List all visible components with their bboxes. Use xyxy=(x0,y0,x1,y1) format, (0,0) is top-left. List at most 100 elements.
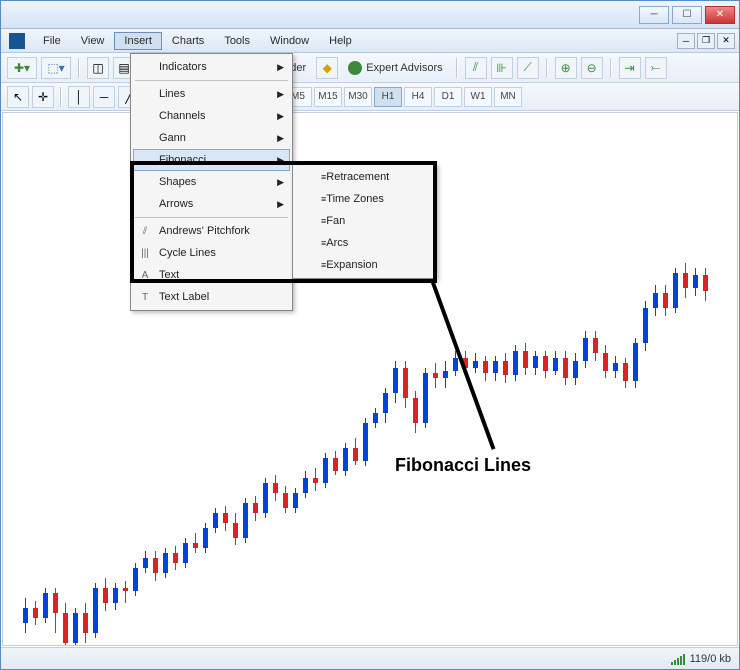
candle xyxy=(423,368,428,428)
submenu-item-label: Time Zones xyxy=(326,193,384,205)
candle xyxy=(283,486,288,513)
menu-item-label: Text Label xyxy=(159,291,209,303)
child-close-button[interactable]: ✕ xyxy=(717,33,735,49)
menu-item-label: Andrews' Pitchfork xyxy=(159,225,250,237)
menu-item-insert[interactable]: Insert xyxy=(114,32,162,50)
candle-chart-button[interactable]: ⊪ xyxy=(491,57,513,79)
menubar: FileViewInsertChartsToolsWindowHelp ─ ❐ … xyxy=(1,29,739,53)
candle xyxy=(153,551,158,581)
menu-item-indicators[interactable]: Indicators▶ xyxy=(133,56,290,78)
candle xyxy=(103,578,108,611)
connection-status: 119/0 kb xyxy=(690,653,731,665)
submenu-arrow-icon: ▶ xyxy=(277,111,284,122)
timeframe-m30[interactable]: M30 xyxy=(344,87,372,107)
candle xyxy=(363,418,368,466)
candle xyxy=(113,583,118,610)
candle xyxy=(123,581,128,603)
meta-editor-button[interactable]: ◆ xyxy=(316,57,338,79)
candle xyxy=(663,285,668,316)
candle xyxy=(413,391,418,433)
menu-item-channels[interactable]: Channels▶ xyxy=(133,105,290,127)
menu-item-label: Indicators xyxy=(159,61,207,73)
menu-item-fibonacci[interactable]: Fibonacci▶ xyxy=(133,149,290,171)
candle xyxy=(583,331,588,368)
timeframe-m15[interactable]: M15 xyxy=(314,87,342,107)
candle xyxy=(53,588,58,633)
submenu-item-label: Arcs xyxy=(326,237,348,249)
submenu-item-fan[interactable]: ≡Fan xyxy=(295,210,434,232)
menu-item-text[interactable]: AText xyxy=(133,264,290,286)
close-button[interactable]: ✕ xyxy=(705,6,735,24)
menu-item-lines[interactable]: Lines▶ xyxy=(133,83,290,105)
candle xyxy=(383,388,388,423)
candle xyxy=(213,508,218,533)
menu-item-charts[interactable]: Charts xyxy=(162,32,214,50)
menu-item-view[interactable]: View xyxy=(71,32,115,50)
candle xyxy=(703,268,708,301)
separator xyxy=(60,87,62,107)
zoom-out-button[interactable]: ⊖ xyxy=(581,57,603,79)
candle xyxy=(693,268,698,296)
zoom-in-button[interactable]: ⊕ xyxy=(555,57,577,79)
child-restore-button[interactable]: ❐ xyxy=(697,33,715,49)
menu-item-arrows[interactable]: Arrows▶ xyxy=(133,193,290,215)
candle xyxy=(603,345,608,378)
menu-item-file[interactable]: File xyxy=(33,32,71,50)
child-minimize-button[interactable]: ─ xyxy=(677,33,695,49)
candle xyxy=(653,285,658,316)
candle xyxy=(613,356,618,378)
timeframe-h1[interactable]: H1 xyxy=(374,87,402,107)
andrews-pitchfork-icon: ⫽ xyxy=(138,224,152,238)
minimize-button[interactable]: ─ xyxy=(639,6,669,24)
menu-item-tools[interactable]: Tools xyxy=(214,32,260,50)
line-chart-button[interactable]: ⟋ xyxy=(517,57,539,79)
vertical-line-button[interactable]: │ xyxy=(68,86,90,108)
menu-item-window[interactable]: Window xyxy=(260,32,319,50)
candle xyxy=(263,478,268,518)
submenu-item-expansion[interactable]: ≡Expansion xyxy=(295,254,434,276)
submenu-arrow-icon: ▶ xyxy=(277,177,284,188)
timeframe-w1[interactable]: W1 xyxy=(464,87,492,107)
bar-chart-button[interactable]: ⫽ xyxy=(465,57,487,79)
market-watch-button[interactable]: ◫ xyxy=(87,57,109,79)
crosshair-button[interactable]: ✛ xyxy=(32,86,54,108)
horizontal-line-button[interactable]: ─ xyxy=(93,86,115,108)
submenu-item-retracement[interactable]: ≡Retracement xyxy=(295,166,434,188)
submenu-item-label: Fan xyxy=(326,215,345,227)
candle xyxy=(143,551,148,573)
candle xyxy=(683,263,688,298)
candle xyxy=(473,353,478,373)
candle xyxy=(493,356,498,381)
candle xyxy=(93,583,98,638)
timeframe-mn[interactable]: MN xyxy=(494,87,522,107)
candle xyxy=(63,603,68,646)
candle xyxy=(443,361,448,388)
timeframe-h4[interactable]: H4 xyxy=(404,87,432,107)
menu-item-cycle-lines[interactable]: ||| Cycle Lines xyxy=(133,242,290,264)
candle xyxy=(573,353,578,385)
menu-item-shapes[interactable]: Shapes ▶ xyxy=(133,171,290,193)
maximize-button[interactable]: ☐ xyxy=(672,6,702,24)
submenu-item-arcs[interactable]: ≡Arcs xyxy=(295,232,434,254)
candle xyxy=(253,496,258,521)
new-chart-button[interactable]: ✚▾ xyxy=(7,57,37,79)
submenu-arrow-icon: ▶ xyxy=(277,89,284,100)
menu-item-label: Cycle Lines xyxy=(159,247,216,259)
menu-item-gann[interactable]: Gann▶ xyxy=(133,127,290,149)
submenu-item-time-zones[interactable]: ≡Time Zones xyxy=(295,188,434,210)
auto-scroll-button[interactable]: ⇥ xyxy=(619,57,641,79)
menu-item-label: Shapes xyxy=(159,176,196,188)
profiles-button[interactable]: ⬚▾ xyxy=(41,57,71,79)
cursor-button[interactable]: ↖ xyxy=(7,86,29,108)
candle xyxy=(133,563,138,596)
menu-item-help[interactable]: Help xyxy=(319,32,362,50)
chart-shift-button[interactable]: ⤚ xyxy=(645,57,667,79)
candle xyxy=(543,351,548,378)
expert-advisors-button[interactable]: Expert Advisors xyxy=(342,59,448,77)
menu-item-text-label[interactable]: TText Label xyxy=(133,286,290,308)
menu-item-andrews-pitchfork[interactable]: ⫽ Andrews' Pitchfork xyxy=(133,220,290,242)
cycle-lines-icon: ||| xyxy=(138,246,152,260)
candle xyxy=(623,358,628,388)
timeframe-d1[interactable]: D1 xyxy=(434,87,462,107)
candle xyxy=(243,498,248,543)
